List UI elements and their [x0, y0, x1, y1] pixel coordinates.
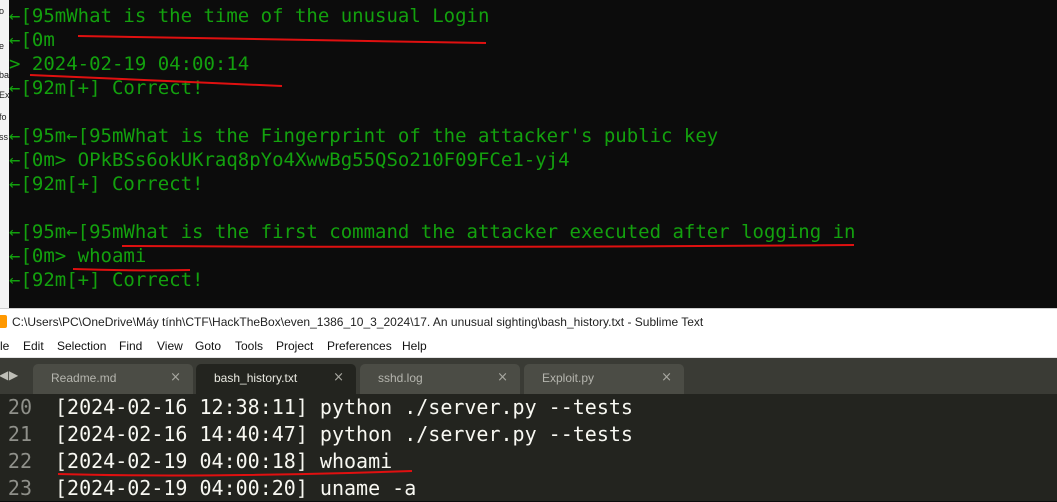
tab-label: Readme.md [51, 371, 117, 385]
tab-scroll-right-icon[interactable]: ▶ [9, 368, 18, 382]
tab-sshd-log[interactable]: sshd.log × [360, 364, 520, 394]
close-icon[interactable]: × [333, 370, 344, 385]
menu-goto[interactable]: Goto [195, 339, 221, 353]
menu-preferences[interactable]: Preferences [327, 339, 392, 353]
tab-exploit-py[interactable]: Exploit.py × [524, 364, 684, 394]
tab-bash-history[interactable]: bash_history.txt × [196, 364, 356, 394]
close-icon[interactable]: × [661, 370, 672, 385]
red-underline [77, 35, 487, 44]
tab-bar: ◀ ▶ Readme.md × bash_history.txt × sshd.… [0, 358, 1057, 394]
tab-scroll-left-icon[interactable]: ◀ [0, 368, 8, 382]
menu-edit[interactable]: Edit [23, 339, 44, 353]
menu-bar: le Edit Selection Find View Goto Tools P… [0, 336, 1057, 358]
menu-tools[interactable]: Tools [235, 339, 263, 353]
tab-label: bash_history.txt [214, 371, 298, 385]
window-titlebar[interactable]: C:\Users\PC\OneDrive\Máy tính\CTF\HackTh… [0, 308, 1057, 336]
sublime-text-window[interactable]: C:\Users\PC\OneDrive\Máy tính\CTF\HackTh… [0, 308, 1057, 501]
window-title: C:\Users\PC\OneDrive\Máy tính\CTF\HackTh… [12, 315, 704, 329]
red-underline [29, 74, 283, 87]
tab-label: sshd.log [378, 371, 423, 385]
close-icon[interactable]: × [497, 370, 508, 385]
menu-find[interactable]: Find [119, 339, 142, 353]
red-annotation-underline-editor [57, 470, 413, 477]
menu-project[interactable]: Project [276, 339, 313, 353]
sublime-app-icon [0, 315, 7, 328]
tab-label: Exploit.py [542, 371, 595, 385]
menu-file[interactable]: le [0, 339, 9, 353]
menu-selection[interactable]: Selection [57, 339, 106, 353]
red-annotation-underlines [29, 35, 855, 272]
red-underline [121, 244, 855, 248]
tab-readme[interactable]: Readme.md × [33, 364, 193, 394]
close-icon[interactable]: × [170, 370, 181, 385]
menu-help[interactable]: Help [402, 339, 427, 353]
red-underline [72, 268, 191, 272]
red-underline [57, 470, 413, 477]
menu-view[interactable]: View [157, 339, 183, 353]
